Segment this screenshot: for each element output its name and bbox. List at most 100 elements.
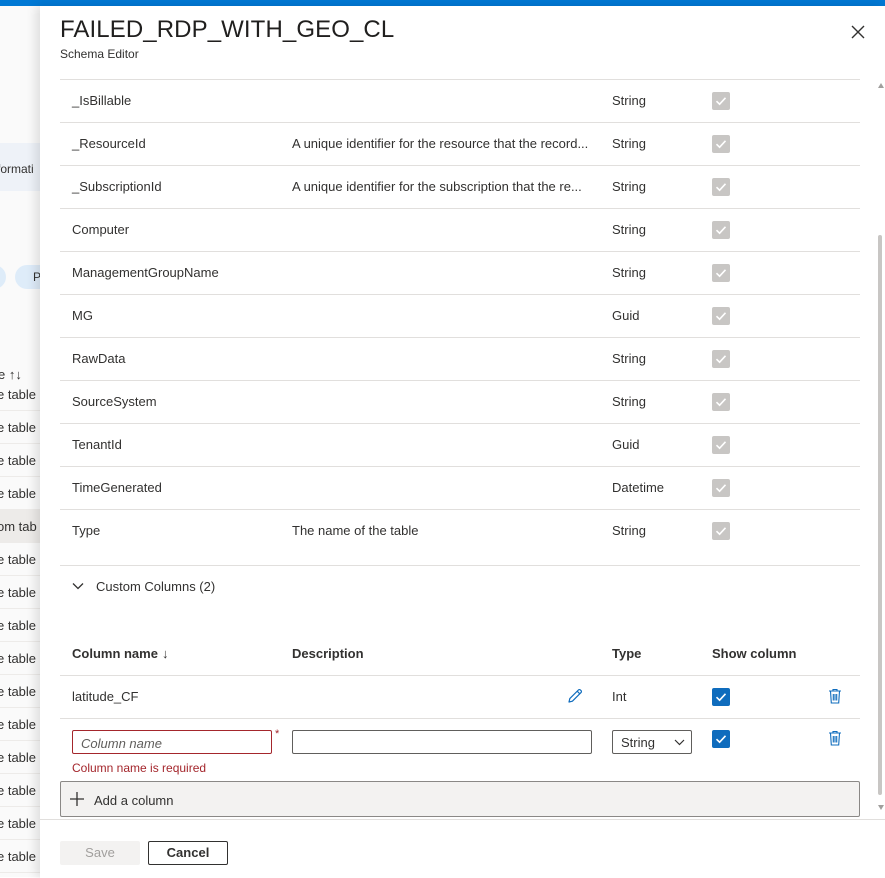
background-table-row[interactable]: e table xyxy=(0,576,42,609)
show-column-checkbox-disabled xyxy=(712,350,730,368)
column-name: TimeGenerated xyxy=(72,480,162,495)
checkmark-icon xyxy=(715,183,727,192)
background-table-row[interactable]: e table xyxy=(0,708,42,741)
background-table-row[interactable]: e table xyxy=(0,477,42,510)
background-filter-pill[interactable]: P xyxy=(15,265,42,289)
background-table-row-label: e table xyxy=(0,651,37,666)
save-button[interactable]: Save xyxy=(60,841,140,865)
checkmark-icon xyxy=(715,140,727,149)
type-select-value: String xyxy=(621,735,655,750)
background-table-row-label: om tab xyxy=(0,519,37,534)
custom-column-type: Int xyxy=(612,689,627,704)
show-column-checkbox-disabled xyxy=(712,178,730,196)
schema-row: _ResourceId A unique identifier for the r… xyxy=(60,122,860,165)
background-table-row[interactable]: e table xyxy=(0,741,42,774)
background-table-row-label: e table xyxy=(0,750,37,765)
column-type: String xyxy=(612,394,646,409)
custom-column-row: latitude_CF Int xyxy=(60,675,860,718)
background-table-row[interactable]: e table xyxy=(0,609,42,642)
column-type: String xyxy=(612,523,646,538)
background-info-text: formati xyxy=(0,162,34,176)
background-table-row-label: e table xyxy=(0,585,37,600)
background-table-row[interactable]: e table xyxy=(0,411,42,444)
column-type: String xyxy=(612,93,646,108)
checkmark-icon xyxy=(715,527,727,536)
background-table-row-label: e table xyxy=(0,486,37,501)
background-table-row[interactable]: e table xyxy=(0,543,42,576)
background-table-row[interactable]: e table xyxy=(0,807,42,840)
checkmark-icon xyxy=(715,97,727,106)
show-column-checkbox[interactable] xyxy=(712,688,730,706)
background-table-row[interactable]: e table xyxy=(0,675,42,708)
checkmark-icon xyxy=(715,441,727,450)
vertical-scrollbar[interactable] xyxy=(876,79,885,819)
type-select[interactable]: String xyxy=(612,730,692,754)
schema-row: TenantId Guid xyxy=(60,423,860,466)
add-column-button[interactable]: Add a column xyxy=(60,781,860,817)
background-table-row[interactable]: e table xyxy=(0,642,42,675)
show-column-checkbox-disabled xyxy=(712,92,730,110)
checkmark-icon xyxy=(715,484,727,493)
delete-trash-icon[interactable] xyxy=(828,688,842,704)
description-input[interactable] xyxy=(292,730,592,754)
chevron-down-icon xyxy=(72,583,84,590)
checkmark-icon xyxy=(715,355,727,364)
background-table-row[interactable]: om tab xyxy=(0,510,42,543)
background-table-row-label: e table xyxy=(0,783,37,798)
column-description: A unique identifier for the resource tha… xyxy=(292,136,589,151)
column-type: String xyxy=(612,265,646,280)
column-description: A unique identifier for the subscription… xyxy=(292,179,582,194)
sort-down-icon: ↓ xyxy=(161,646,169,661)
column-type: String xyxy=(612,136,646,151)
panel-footer: Save Cancel xyxy=(40,819,885,878)
custom-columns-label: Custom Columns (2) xyxy=(96,579,216,594)
background-table-row[interactable]: e table xyxy=(0,378,42,411)
schema-row: RawData String xyxy=(60,337,860,380)
close-icon xyxy=(851,25,865,39)
new-column-row: Column name * Column name is required St… xyxy=(60,718,860,780)
scroll-up-arrow[interactable] xyxy=(878,83,884,88)
schema-row: SourceSystem String xyxy=(60,380,860,423)
column-name-input[interactable]: Column name xyxy=(72,730,272,754)
show-column-checkbox-disabled xyxy=(712,135,730,153)
schema-editor-panel: FAILED_RDP_WITH_GEO_CL Schema Editor _Is… xyxy=(40,6,885,878)
checkmark-icon xyxy=(715,398,727,407)
schema-row: _IsBillable String xyxy=(60,79,860,122)
background-table-row[interactable]: e table xyxy=(0,444,42,477)
background-table-row-label: e table xyxy=(0,453,37,468)
background-table-row-label: e table xyxy=(0,684,37,699)
cancel-button[interactable]: Cancel xyxy=(148,841,228,865)
checkmark-icon xyxy=(715,226,727,235)
schema-row: ManagementGroupName String xyxy=(60,251,860,294)
show-column-checkbox-disabled xyxy=(712,307,730,325)
custom-columns-toggle[interactable]: Custom Columns (2) xyxy=(60,565,860,609)
background-table-row[interactable]: e table xyxy=(0,840,42,873)
show-column-checkbox[interactable] xyxy=(712,730,730,748)
type-header: Type xyxy=(612,646,642,661)
show-column-checkbox-disabled xyxy=(712,221,730,239)
scrollbar-thumb[interactable] xyxy=(878,235,882,795)
show-column-checkbox-disabled xyxy=(712,264,730,282)
background-table-row[interactable]: e table xyxy=(0,774,42,807)
scroll-down-arrow[interactable] xyxy=(878,805,884,810)
schema-scroll-area[interactable]: _IsBillable String _ResourceId A unique ide… xyxy=(40,79,885,819)
background-filter-pill[interactable] xyxy=(0,265,6,289)
schema-row: MG Guid xyxy=(60,294,860,337)
column-name: _IsBillable xyxy=(72,93,132,108)
add-column-label: Add a column xyxy=(94,793,174,808)
column-name-error: Column name is required xyxy=(72,761,207,775)
column-name-placeholder: Column name xyxy=(81,736,162,751)
background-table-row-label: e table xyxy=(0,816,37,831)
show-column-checkbox-disabled xyxy=(712,436,730,454)
edit-pencil-icon[interactable] xyxy=(566,687,584,705)
column-name-header[interactable]: Column name ↓ xyxy=(72,646,168,661)
close-button[interactable] xyxy=(846,20,870,44)
column-name: SourceSystem xyxy=(72,394,157,409)
column-type: Datetime xyxy=(612,480,665,495)
schema-row: _SubscriptionId A unique identifier for t… xyxy=(60,165,860,208)
column-name: _ResourceId xyxy=(72,136,146,151)
background-table-row-label: e table xyxy=(0,420,37,435)
delete-trash-icon[interactable] xyxy=(828,730,842,746)
column-type: String xyxy=(612,351,646,366)
column-name: TenantId xyxy=(72,437,122,452)
